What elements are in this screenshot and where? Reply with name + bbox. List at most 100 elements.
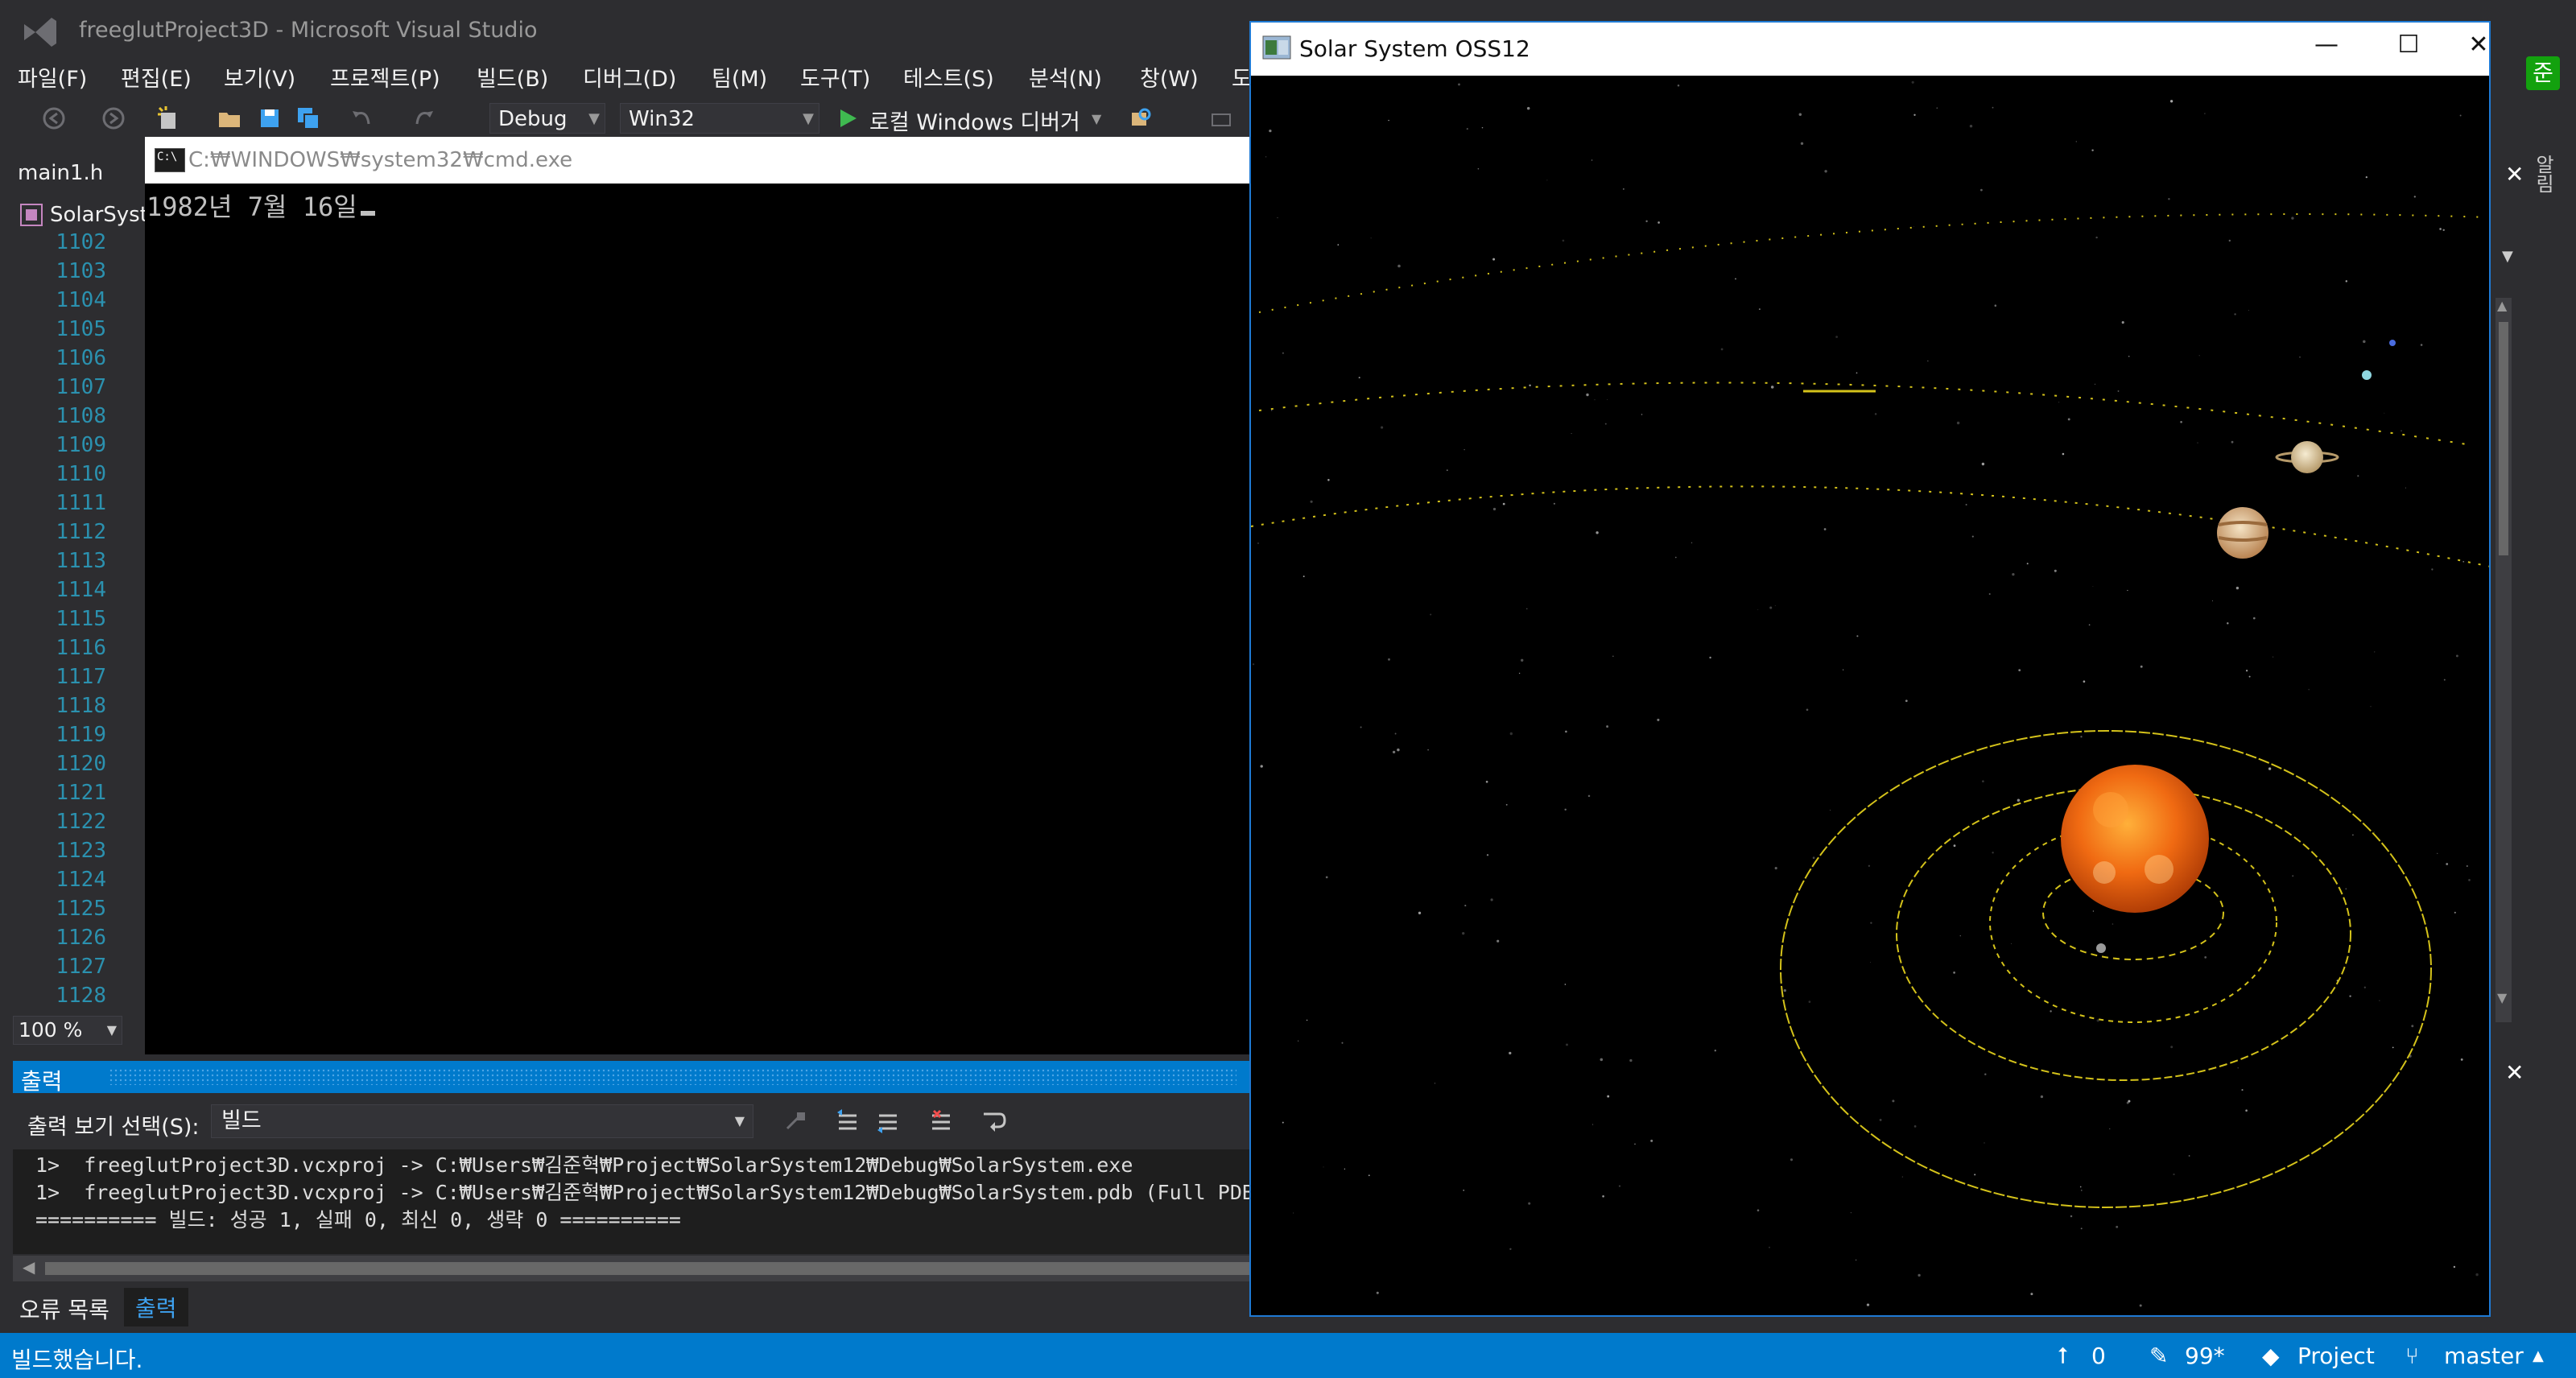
minimize-button[interactable]: — <box>2302 31 2351 59</box>
line-number: 1106 <box>56 346 106 370</box>
menu-edit[interactable]: 편집(E) <box>121 61 192 93</box>
star <box>1521 658 1524 662</box>
menu-window[interactable]: 창(W) <box>1140 61 1199 93</box>
star <box>1800 142 1804 145</box>
zoom-level-select[interactable]: 100 % ▼ <box>13 1016 122 1045</box>
chevron-down-icon[interactable]: ▼ <box>1092 111 1101 126</box>
maximize-button[interactable]: ☐ <box>2384 31 2433 59</box>
close-icon[interactable]: ✕ <box>2505 161 2524 188</box>
vertical-scrollbar[interactable]: ▲ ▼ <box>2496 298 2512 1022</box>
planet-neptune[interactable] <box>2389 340 2396 346</box>
chevron-up-icon[interactable]: ▲ <box>2533 1347 2544 1364</box>
publish-arrow-icon[interactable]: ⭡ <box>2058 1343 2068 1370</box>
new-project-icon[interactable] <box>155 105 182 132</box>
output-horizontal-scrollbar[interactable]: ◀ <box>13 1256 1256 1281</box>
branch-icon[interactable]: ⑂ <box>2405 1343 2419 1369</box>
menu-view[interactable]: 보기(V) <box>224 61 295 93</box>
branch-name[interactable]: master <box>2444 1343 2524 1369</box>
word-wrap-icon[interactable] <box>980 1108 1008 1135</box>
scroll-down-icon[interactable]: ▼ <box>2497 990 2507 1005</box>
save-all-icon[interactable] <box>295 105 322 132</box>
save-icon[interactable] <box>256 105 283 132</box>
menu-team[interactable]: 팀(M) <box>712 61 767 93</box>
unpublished-count[interactable]: 0 <box>2091 1343 2106 1369</box>
scrollbar-thumb[interactable] <box>45 1262 1253 1275</box>
output-text-area[interactable]: 1> freeglutProject3D.vcxproj -> C:₩Users… <box>13 1149 1266 1254</box>
star <box>1790 1158 1794 1161</box>
menu-file[interactable]: 파일(F) <box>18 61 87 93</box>
solar-system-render[interactable] <box>1251 76 2491 1317</box>
find-message-icon[interactable] <box>782 1108 810 1135</box>
scroll-left-icon[interactable]: ◀ <box>23 1257 35 1277</box>
star <box>1257 542 1259 544</box>
menu-tools[interactable]: 도구(T) <box>800 61 870 93</box>
document-tab-main1-h[interactable]: main1.h <box>18 161 103 185</box>
previous-message-icon[interactable] <box>834 1108 861 1135</box>
star <box>1936 107 1938 109</box>
sun[interactable] <box>2061 765 2209 913</box>
menu-test[interactable]: 테스트(S) <box>903 61 994 93</box>
platform-select[interactable]: Win32 ▼ <box>620 103 819 134</box>
notifications-tab[interactable]: 알림 <box>2529 155 2557 193</box>
forward-icon[interactable] <box>100 105 127 132</box>
pending-changes-count[interactable]: 99* <box>2185 1343 2225 1369</box>
tab-error-list[interactable]: 오류 목록 <box>19 1293 109 1325</box>
menu-project[interactable]: 프로젝트(P) <box>330 61 440 93</box>
undo-icon[interactable] <box>348 105 375 132</box>
find-in-files-icon[interactable] <box>1127 105 1154 132</box>
scroll-up-icon[interactable]: ▲ <box>2497 298 2507 313</box>
star <box>2173 1173 2175 1176</box>
toolbar-overflow-icon[interactable] <box>1208 105 1235 132</box>
star <box>1571 433 1572 435</box>
next-message-icon[interactable] <box>874 1108 902 1135</box>
navigation-bar[interactable]: SolarSyste <box>14 200 161 232</box>
planet-saturn[interactable] <box>2291 441 2323 473</box>
star <box>1360 726 1362 728</box>
star <box>1709 656 1711 659</box>
menu-analyze[interactable]: 분석(N) <box>1029 61 1102 93</box>
chevron-down-icon[interactable]: ▼ <box>2502 248 2513 265</box>
planet-uranus[interactable] <box>2362 370 2372 380</box>
star <box>1509 732 1513 736</box>
star <box>1562 239 1565 242</box>
star <box>2443 679 2446 681</box>
app-window-icon <box>1262 35 1291 60</box>
star <box>2169 100 2174 103</box>
open-file-icon[interactable] <box>216 105 243 132</box>
star <box>2095 236 2098 239</box>
star <box>2040 1095 2044 1099</box>
clear-all-icon[interactable] <box>927 1108 955 1135</box>
scrollbar-thumb[interactable] <box>2499 322 2508 555</box>
line-number: 1119 <box>56 723 106 747</box>
star <box>1490 898 1493 901</box>
solar-system-window[interactable]: Solar System OSS12 — ☐ ✕ <box>1249 21 2491 1317</box>
line-number: 1128 <box>56 984 106 1008</box>
solar-titlebar[interactable]: Solar System OSS12 — ☐ ✕ <box>1251 23 2489 76</box>
repository-name[interactable]: Project <box>2297 1343 2375 1369</box>
star <box>2455 654 2458 658</box>
user-avatar[interactable]: 준 <box>2526 56 2560 90</box>
redo-icon[interactable] <box>411 105 438 132</box>
planet-mercury[interactable] <box>2096 943 2106 953</box>
line-number: 1114 <box>56 578 106 602</box>
close-button[interactable]: ✕ <box>2467 31 2489 59</box>
menu-build[interactable]: 빌드(B) <box>477 61 548 93</box>
planet-jupiter[interactable] <box>2217 507 2268 559</box>
pencil-icon[interactable]: ✎ <box>2149 1343 2168 1369</box>
tab-output[interactable]: 출력 <box>124 1288 188 1326</box>
cmd-titlebar[interactable]: C:\ C:₩WINDOWS₩system32₩cmd.exe <box>145 137 1249 184</box>
menu-debug[interactable]: 디버그(D) <box>583 61 676 93</box>
star <box>2245 1109 2248 1112</box>
back-icon[interactable] <box>40 105 68 132</box>
console-output[interactable]: 1982년 7월 16일 <box>147 187 375 224</box>
output-source-select[interactable]: 빌드 ▼ <box>211 1104 753 1138</box>
star <box>1634 1143 1636 1145</box>
cmd-window[interactable]: C:\ C:₩WINDOWS₩system32₩cmd.exe 1982년 7월… <box>145 137 1249 1054</box>
line-number: 1103 <box>56 259 106 283</box>
close-icon[interactable]: ✕ <box>2505 1059 2524 1086</box>
start-debugging-button[interactable]: 로컬 Windows 디버거 <box>869 105 1080 136</box>
configuration-select[interactable]: Debug ▼ <box>489 103 605 134</box>
sun-texture <box>2093 861 2116 884</box>
start-debugging-icon[interactable] <box>834 105 861 132</box>
repository-icon[interactable]: ◆ <box>2262 1343 2280 1369</box>
